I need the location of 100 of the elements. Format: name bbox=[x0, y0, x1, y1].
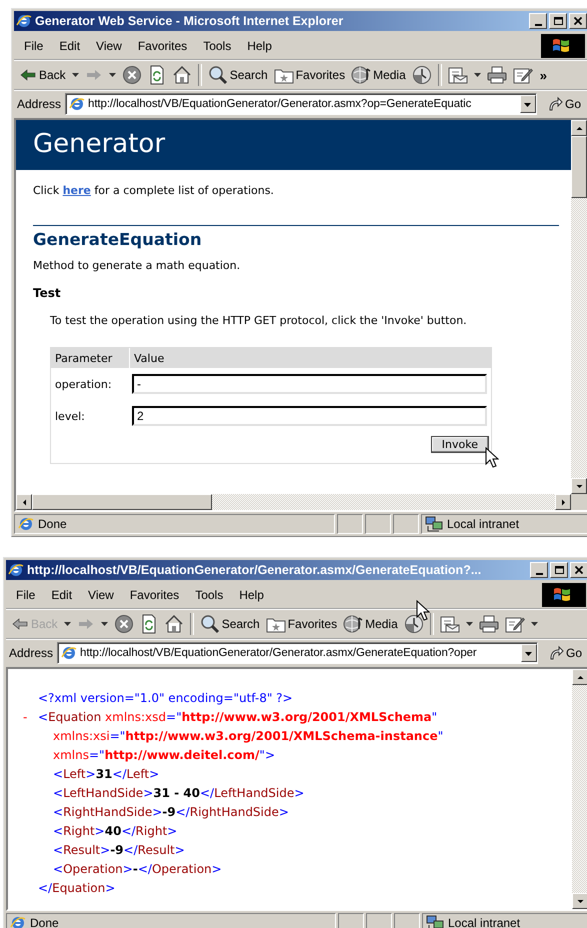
dropdown-button[interactable] bbox=[520, 95, 536, 113]
xml-line: </Equation> bbox=[37, 880, 116, 897]
test-instructions: To test the operation using the HTTP GET protocol, click the 'Invoke' button. bbox=[50, 314, 468, 327]
menu-item[interactable]: File bbox=[16, 37, 52, 55]
curved-arrow-icon bbox=[548, 645, 564, 661]
xml-line: <Left>31</Left> bbox=[52, 766, 160, 783]
browser-icon bbox=[8, 562, 24, 578]
scroll-down-button[interactable] bbox=[571, 478, 587, 494]
page-pencil-icon bbox=[504, 615, 525, 633]
menu-item[interactable]: View bbox=[88, 37, 130, 55]
status-panel bbox=[394, 913, 420, 928]
maximize-button[interactable] bbox=[550, 562, 568, 578]
flag-logo bbox=[542, 583, 586, 607]
address-label: Address bbox=[17, 97, 62, 111]
maximize-button[interactable] bbox=[549, 13, 567, 29]
method-description: Method to generate a math equation. bbox=[33, 259, 242, 272]
menu-item[interactable]: View bbox=[80, 586, 122, 604]
address-field[interactable]: http://localhost/VB/EquationGenerator/Generator.asmx/GenerateEquation?oper bbox=[57, 642, 538, 664]
go-button[interactable]: Go bbox=[542, 645, 587, 661]
window-title: http://localhost/VB/EquationGenerator/Generator.asmx/GenerateEquation?... bbox=[27, 563, 482, 577]
close-button[interactable] bbox=[570, 562, 587, 578]
menu-item[interactable]: File bbox=[8, 586, 44, 604]
minimize-icon bbox=[534, 24, 542, 26]
browser-icon bbox=[10, 915, 26, 928]
browser-icon bbox=[61, 645, 78, 661]
vertical-scrollbar[interactable] bbox=[572, 669, 587, 909]
test-heading: Test bbox=[33, 286, 62, 300]
dropdown-button[interactable] bbox=[520, 644, 537, 662]
scroll-left-button[interactable] bbox=[16, 494, 32, 510]
minimize-button[interactable] bbox=[529, 13, 547, 29]
scroll-down-button[interactable] bbox=[572, 893, 587, 909]
go-button[interactable]: Go bbox=[540, 96, 587, 112]
browser-icon bbox=[69, 96, 86, 112]
menu-item[interactable]: Tools bbox=[187, 586, 232, 604]
status-panel bbox=[337, 514, 363, 534]
refresh-icon bbox=[148, 65, 166, 85]
intro-text: Click here for a complete list of operations. bbox=[33, 184, 275, 197]
xml-line: <Operation>-</Operation> bbox=[52, 861, 223, 878]
page-header: Generator bbox=[16, 120, 571, 170]
xml-line: <Equation xmlns:xsd="http://www.w3.org/2001/XMLSchema" bbox=[38, 709, 438, 726]
refresh-icon bbox=[140, 614, 158, 634]
scroll-up-button[interactable] bbox=[571, 120, 587, 136]
menu-item[interactable]: Help bbox=[239, 37, 280, 55]
search-button[interactable]: Search bbox=[204, 63, 271, 87]
left-arrow-icon bbox=[19, 67, 37, 83]
envelope-icon bbox=[440, 615, 460, 633]
xml-line: xmlns="http://www.deitel.com/"> bbox=[52, 747, 275, 764]
menu-item[interactable]: Favorites bbox=[122, 586, 188, 604]
menu-item[interactable]: Favorites bbox=[130, 37, 196, 55]
favorites-button[interactable]: Favorites bbox=[270, 63, 348, 87]
stop-icon bbox=[114, 614, 134, 634]
scroll-thumb[interactable] bbox=[571, 136, 587, 198]
right-arrow-icon bbox=[84, 67, 103, 83]
close-icon bbox=[574, 17, 582, 25]
stop-icon bbox=[122, 65, 142, 85]
media-button[interactable]: Media bbox=[340, 612, 401, 636]
close-button[interactable] bbox=[569, 13, 587, 29]
scrollbar-corner bbox=[571, 494, 587, 510]
xml-declaration: <?xml version="1.0" encoding="utf-8" ?> bbox=[37, 690, 294, 707]
globe-note-icon bbox=[343, 614, 364, 634]
maximize-icon bbox=[554, 566, 564, 574]
value-field[interactable]: 2 bbox=[132, 406, 487, 426]
flag-logo bbox=[541, 34, 585, 58]
envelope-icon bbox=[448, 66, 468, 84]
xml-line: xmlns:xsi="http://www.w3.org/2001/XMLSchema-instance" bbox=[52, 728, 444, 745]
address-field[interactable]: http://localhost/VB/EquationGenerator/Generator.asmx?op=GenerateEquatic bbox=[65, 93, 537, 115]
home-icon bbox=[172, 65, 192, 85]
menu-item[interactable]: Edit bbox=[43, 586, 80, 604]
vertical-scrollbar[interactable] bbox=[571, 120, 587, 494]
maximize-icon bbox=[554, 17, 562, 25]
minimize-button[interactable] bbox=[530, 562, 548, 578]
address-label: Address bbox=[9, 646, 54, 660]
status-panel bbox=[366, 913, 392, 928]
status-text: Done bbox=[30, 916, 59, 928]
zone-text: Local intranet bbox=[448, 916, 520, 928]
globe-note-icon bbox=[351, 65, 372, 85]
caret-icon bbox=[72, 73, 79, 77]
more-button[interactable]: » bbox=[536, 63, 551, 87]
scroll-up-button[interactable] bbox=[572, 669, 587, 685]
menu-item[interactable]: Edit bbox=[51, 37, 88, 55]
caret-icon bbox=[466, 622, 473, 626]
status-panel bbox=[393, 514, 419, 534]
clock-icon bbox=[412, 65, 432, 85]
here-link[interactable]: here bbox=[62, 184, 91, 197]
scroll-thumb[interactable] bbox=[32, 494, 212, 510]
back-button[interactable]: Back bbox=[16, 63, 69, 87]
horizontal-scrollbar[interactable] bbox=[16, 494, 571, 510]
media-button[interactable]: Media bbox=[348, 63, 409, 87]
search-icon bbox=[208, 65, 228, 85]
invoke-button[interactable]: Invoke bbox=[430, 436, 489, 453]
value-field[interactable]: - bbox=[132, 374, 487, 394]
collapse-toggle[interactable]: - bbox=[23, 708, 38, 727]
column-header: Value bbox=[133, 350, 166, 366]
caret-icon bbox=[64, 622, 71, 626]
scroll-right-button[interactable] bbox=[555, 494, 571, 510]
menu-item[interactable]: Help bbox=[231, 586, 272, 604]
favorites-button[interactable]: Favorites bbox=[262, 612, 340, 636]
menu-item[interactable]: Tools bbox=[195, 37, 240, 55]
search-button[interactable]: Search bbox=[196, 612, 263, 636]
xml-line: <Result>-9</Result> bbox=[52, 842, 186, 859]
